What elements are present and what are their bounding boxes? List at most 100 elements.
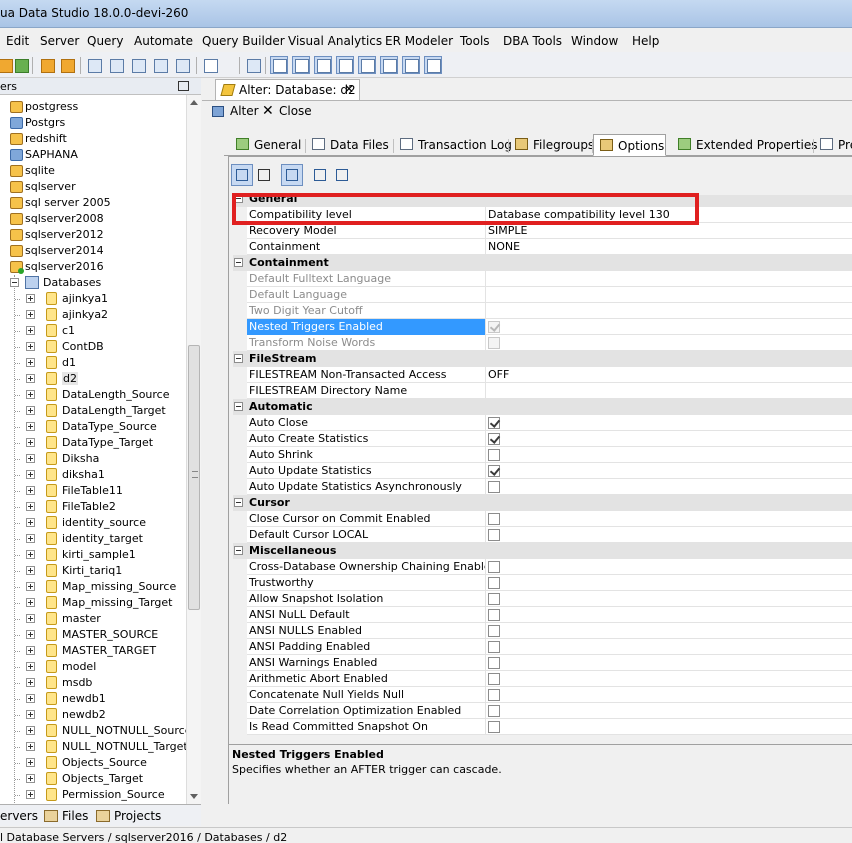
expand-icon[interactable] (26, 294, 35, 303)
property-value[interactable] (485, 671, 852, 687)
expand-icon[interactable] (26, 758, 35, 767)
property-checkbox[interactable] (488, 465, 500, 477)
clipboard-icon[interactable] (244, 56, 262, 74)
layout-6-icon[interactable] (380, 56, 398, 74)
expand-icon[interactable] (26, 598, 35, 607)
property-row[interactable]: Allow Snapshot Isolation (233, 591, 852, 607)
property-value[interactable] (485, 527, 852, 543)
property-value[interactable] (485, 271, 852, 287)
expand-icon[interactable] (26, 342, 35, 351)
editor-tab[interactable]: Alter: Database: d2 ✕ (215, 79, 360, 100)
expand-icon[interactable] (26, 678, 35, 687)
menu-tools[interactable]: Tools (460, 34, 490, 48)
property-value[interactable]: NONE (485, 239, 852, 255)
tab-options[interactable]: Options (593, 134, 666, 156)
expand-icon[interactable] (26, 742, 35, 751)
expand-icon[interactable] (26, 710, 35, 719)
property-checkbox[interactable] (488, 529, 500, 541)
restore-icon[interactable] (178, 81, 189, 91)
tab-general[interactable]: General (230, 134, 306, 156)
layout-3-icon[interactable] (314, 56, 332, 74)
property-row[interactable]: Default Language (233, 287, 852, 303)
property-checkbox[interactable] (488, 625, 500, 637)
property-value[interactable] (485, 655, 852, 671)
property-checkbox[interactable] (488, 657, 500, 669)
dropdown-arrow-icon[interactable] (221, 56, 235, 74)
expand-icon[interactable] (26, 358, 35, 367)
expand-icon[interactable] (26, 566, 35, 575)
expand-icon[interactable] (26, 470, 35, 479)
expand-icon[interactable] (26, 502, 35, 511)
layout-7-icon[interactable] (402, 56, 420, 74)
close-tab-icon[interactable]: ✕ (344, 82, 354, 96)
property-row[interactable]: FILESTREAM Directory Name (233, 383, 852, 399)
property-checkbox[interactable] (488, 577, 500, 589)
scroll-thumb[interactable] (188, 345, 200, 610)
collapse-icon[interactable] (10, 278, 19, 287)
wand-alt-icon[interactable] (58, 56, 76, 74)
property-row[interactable]: Cross-Database Ownership Chaining Enable… (233, 559, 852, 575)
collapse-category-icon[interactable] (234, 258, 243, 267)
expand-all-icon[interactable] (309, 164, 331, 186)
expand-icon[interactable] (26, 486, 35, 495)
property-row[interactable]: Auto Update Statistics (233, 463, 852, 479)
property-value[interactable] (485, 591, 852, 607)
property-value[interactable] (485, 335, 852, 351)
expand-icon[interactable] (26, 326, 35, 335)
property-row[interactable]: ANSI NULLS Enabled (233, 623, 852, 639)
property-row[interactable]: ANSI Warnings Enabled (233, 655, 852, 671)
description-toggle-icon[interactable] (281, 164, 303, 186)
collapse-category-icon[interactable] (234, 354, 243, 363)
schema-icon[interactable] (151, 56, 169, 74)
property-value[interactable] (485, 463, 852, 479)
property-checkbox[interactable] (488, 417, 500, 429)
layout-4-icon[interactable] (336, 56, 354, 74)
tab-filegroups[interactable]: Filegroups (509, 134, 594, 156)
menu-edit[interactable]: Edit (6, 34, 29, 48)
property-value[interactable] (485, 559, 852, 575)
property-value[interactable] (485, 287, 852, 303)
property-row[interactable]: Auto Create Statistics (233, 431, 852, 447)
expand-icon[interactable] (26, 630, 35, 639)
property-checkbox[interactable] (488, 449, 500, 461)
menu-window[interactable]: Window (571, 34, 618, 48)
expand-icon[interactable] (26, 390, 35, 399)
collapse-category-icon[interactable] (234, 498, 243, 507)
expand-icon[interactable] (26, 438, 35, 447)
layout-8-icon[interactable] (424, 56, 442, 74)
print-icon[interactable] (173, 56, 191, 74)
query-icon[interactable] (85, 56, 103, 74)
property-row[interactable]: Two Digit Year Cutoff (233, 303, 852, 319)
expand-icon[interactable] (26, 534, 35, 543)
layout-2-icon[interactable] (292, 56, 310, 74)
category-filestream[interactable]: FileStream (233, 351, 852, 367)
property-value[interactable] (485, 719, 852, 735)
property-row[interactable]: Auto Close (233, 415, 852, 431)
property-value[interactable] (485, 303, 852, 319)
property-row[interactable]: Auto Update Statistics Asynchronously (233, 479, 852, 495)
expand-icon[interactable] (26, 646, 35, 655)
property-row[interactable]: ANSI Padding Enabled (233, 639, 852, 655)
tab-pre[interactable]: Pre (814, 134, 852, 156)
menu-query-builder[interactable]: Query Builder (202, 34, 285, 48)
layout-1-icon[interactable] (270, 56, 288, 74)
query-builder-icon[interactable] (107, 56, 125, 74)
property-value[interactable] (485, 431, 852, 447)
tab-data-files[interactable]: Data Files (306, 134, 394, 156)
menu-server[interactable]: Server (40, 34, 79, 48)
property-row[interactable]: Nested Triggers Enabled (233, 319, 852, 335)
collapse-all-icon[interactable] (331, 164, 353, 186)
collapse-category-icon[interactable] (234, 546, 243, 555)
property-checkbox[interactable] (488, 513, 500, 525)
tab-servers[interactable]: ervers (0, 805, 38, 827)
property-value[interactable] (485, 607, 852, 623)
expand-icon[interactable] (26, 406, 35, 415)
property-row[interactable]: Close Cursor on Commit Enabled (233, 511, 852, 527)
property-value[interactable] (485, 687, 852, 703)
expand-icon[interactable] (26, 422, 35, 431)
property-row[interactable]: Is Read Committed Snapshot On (233, 719, 852, 735)
new-file-icon[interactable] (201, 56, 219, 74)
menu-dba-tools[interactable]: DBA Tools (503, 34, 562, 48)
property-row[interactable]: Concatenate Null Yields Null (233, 687, 852, 703)
property-value[interactable] (485, 511, 852, 527)
